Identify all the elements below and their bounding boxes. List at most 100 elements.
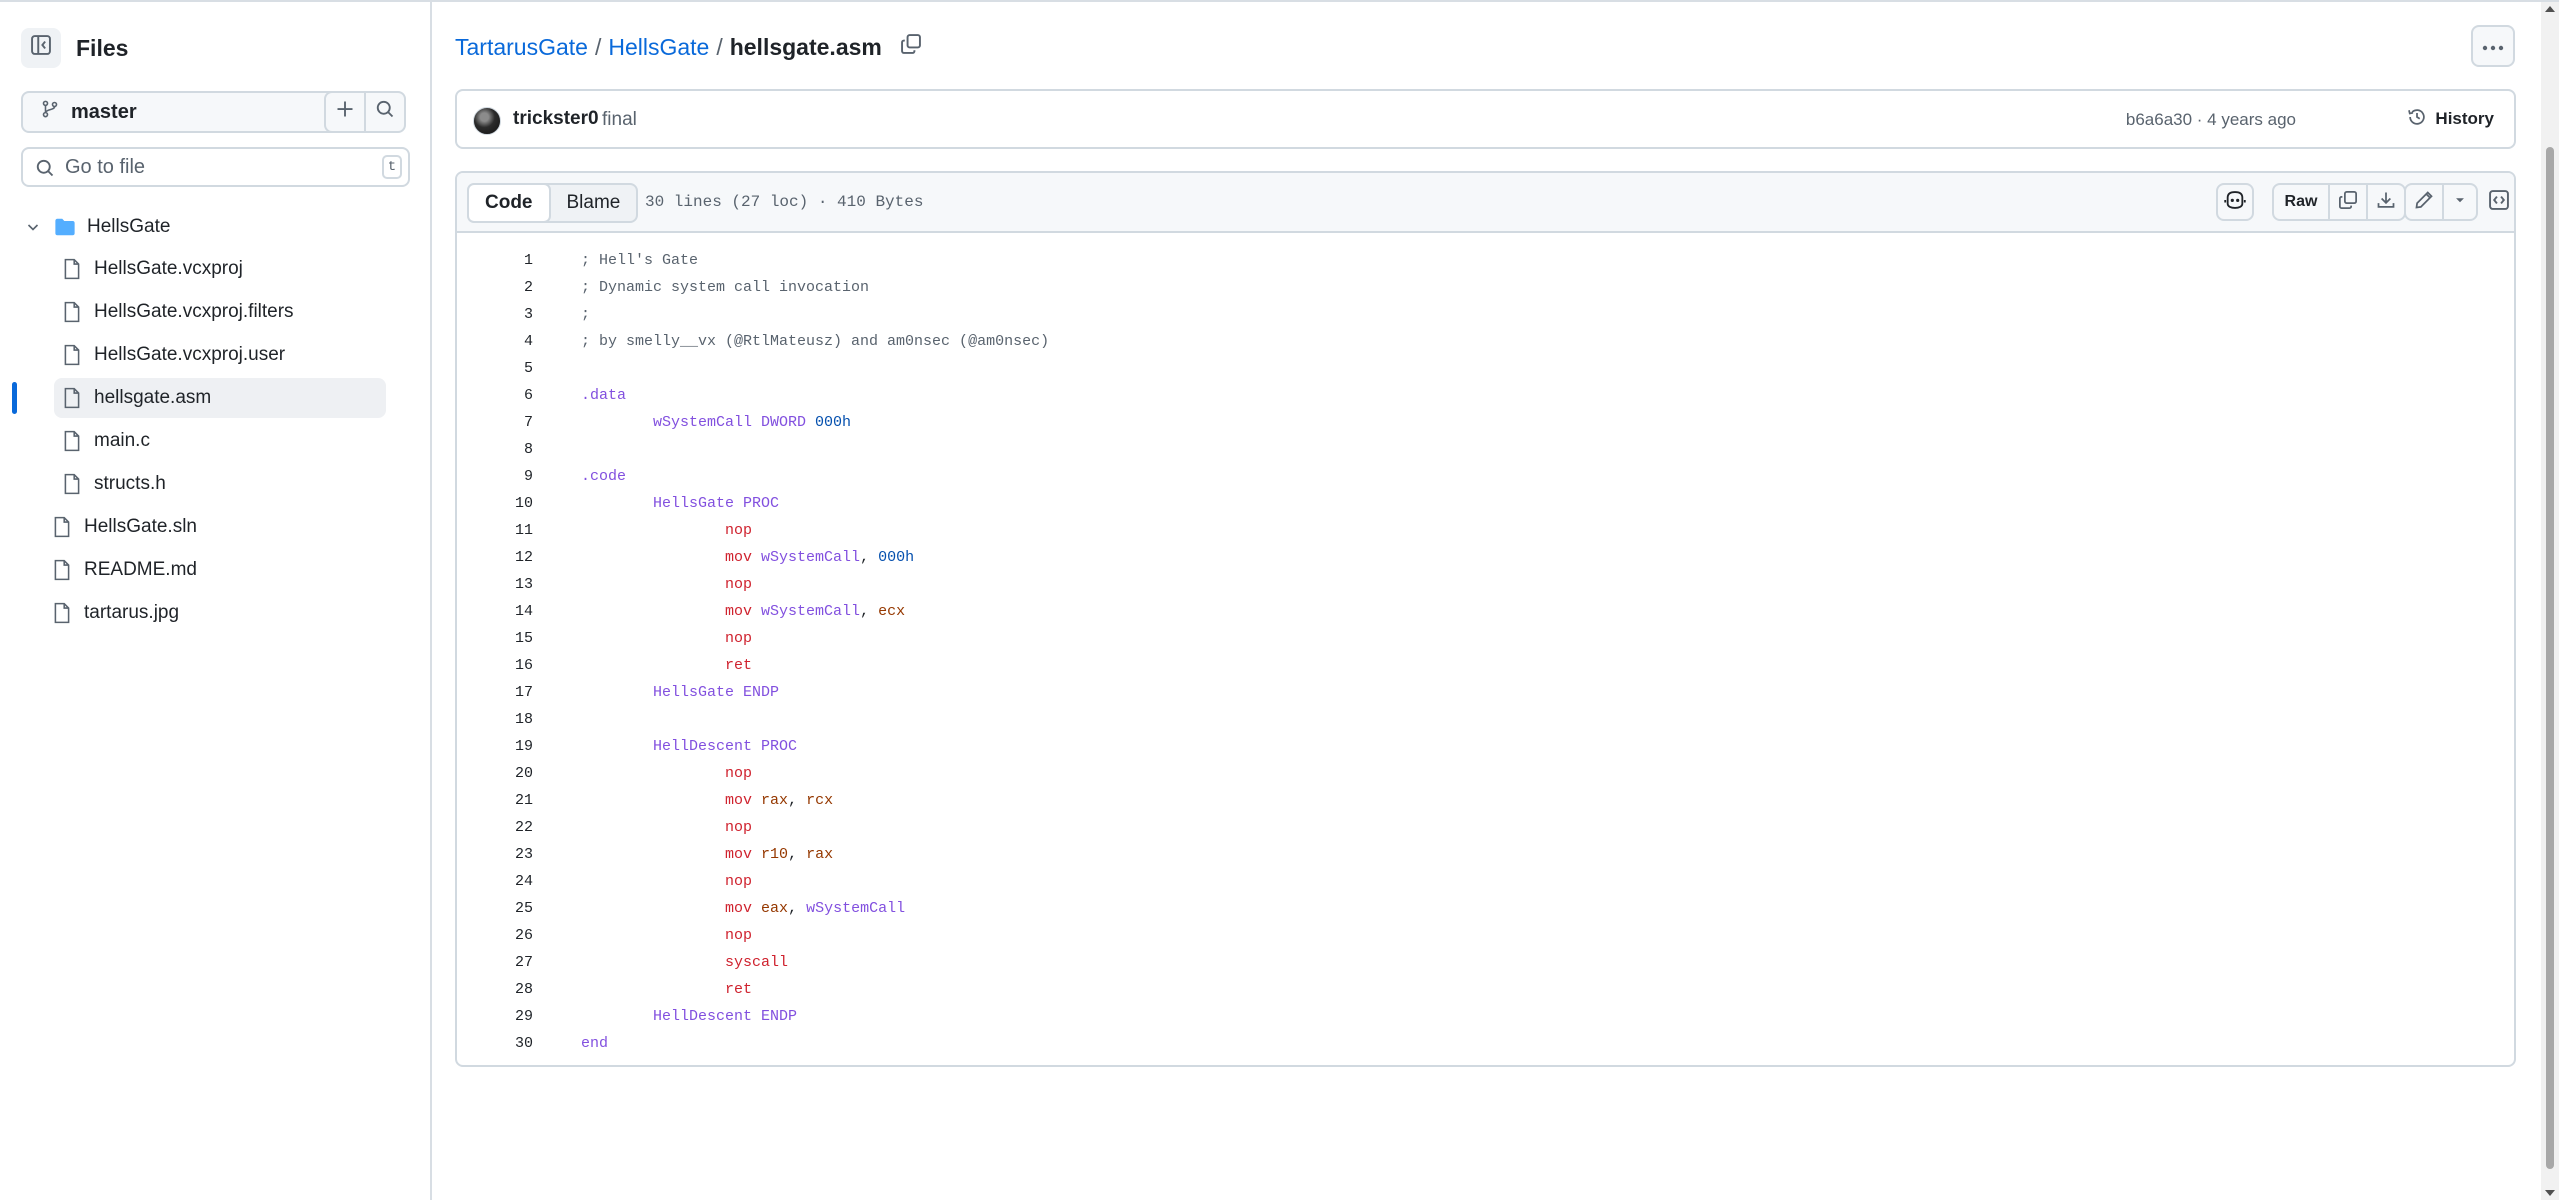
tree-item-hellsgate-folder[interactable]: HellsGate (21, 207, 386, 247)
go-to-file-input[interactable] (65, 155, 345, 179)
code-line: 19 HellDescent PROC (457, 733, 2514, 760)
search-icon (375, 99, 395, 125)
line-number[interactable]: 21 (457, 787, 533, 814)
sidebar-collapse-icon (30, 34, 52, 62)
download-button[interactable] (2366, 183, 2406, 221)
tree-item-file[interactable]: HellsGate.vcxproj.user (60, 335, 386, 375)
line-number[interactable]: 2 (457, 274, 533, 301)
line-number[interactable]: 19 (457, 733, 533, 760)
copilot-button[interactable] (2216, 183, 2254, 221)
history-icon (2407, 107, 2427, 132)
tree-item-label: HellsGate.vcxproj.user (94, 344, 286, 365)
line-number[interactable]: 4 (457, 328, 533, 355)
line-number[interactable]: 3 (457, 301, 533, 328)
breadcrumb-repo-link[interactable]: TartarusGate (455, 34, 588, 61)
line-number[interactable]: 27 (457, 949, 533, 976)
search-code-button[interactable] (364, 91, 406, 133)
code-token: wSystemCall DWORD (653, 414, 816, 431)
code-token: ecx (878, 603, 906, 620)
line-number[interactable]: 25 (457, 895, 533, 922)
go-to-file-field[interactable]: t (21, 147, 410, 187)
tree-item-file-selected[interactable]: hellsgate.asm (54, 378, 386, 418)
line-number[interactable]: 23 (457, 841, 533, 868)
line-number[interactable]: 18 (457, 706, 533, 733)
pencil-icon (2414, 190, 2434, 215)
scroll-thumb[interactable] (2546, 147, 2554, 1169)
breadcrumb-separator: / (594, 33, 602, 60)
commit-author[interactable]: trickster0 (513, 108, 599, 130)
commit-message[interactable]: final (602, 109, 637, 131)
line-number[interactable]: 20 (457, 760, 533, 787)
raw-button[interactable]: Raw (2272, 183, 2330, 221)
line-source: mov rax, rcx (581, 787, 833, 814)
line-source: ; (581, 301, 590, 328)
more-options-button[interactable] (2471, 25, 2515, 67)
edit-button[interactable] (2404, 183, 2444, 221)
line-number[interactable]: 7 (457, 409, 533, 436)
add-file-button[interactable] (324, 91, 366, 133)
tree-item-file[interactable]: structs.h (60, 464, 386, 504)
line-number[interactable]: 22 (457, 814, 533, 841)
commit-hash-age[interactable]: b6a6a30 · 4 years ago (2126, 110, 2296, 130)
line-source: ; Dynamic system call invocation (581, 274, 869, 301)
file-icon (60, 387, 84, 409)
line-number[interactable]: 30 (457, 1030, 533, 1057)
line-number[interactable]: 17 (457, 679, 533, 706)
copy-path-button[interactable] (900, 33, 922, 61)
line-number[interactable]: 13 (457, 571, 533, 598)
line-number[interactable]: 14 (457, 598, 533, 625)
scroll-down-arrow[interactable] (2545, 1190, 2555, 1196)
scroll-up-arrow[interactable] (2545, 6, 2555, 12)
search-icon (35, 158, 55, 184)
line-number[interactable]: 28 (457, 976, 533, 1003)
tree-item-file[interactable]: main.c (60, 421, 386, 461)
code-token: mov (725, 846, 762, 863)
line-number[interactable]: 15 (457, 625, 533, 652)
copilot-icon (2224, 190, 2246, 215)
line-number[interactable]: 29 (457, 1003, 533, 1030)
tree-item-file[interactable]: HellsGate.vcxproj (60, 249, 386, 289)
folder-icon (53, 217, 77, 237)
code-line: 22 nop (457, 814, 2514, 841)
breadcrumb-separator: / (716, 33, 723, 60)
line-number[interactable]: 26 (457, 922, 533, 949)
tab-code[interactable]: Code (467, 183, 551, 223)
breadcrumb-folder-link[interactable]: HellsGate (608, 34, 709, 61)
line-number[interactable]: 16 (457, 652, 533, 679)
avatar[interactable] (473, 107, 501, 135)
tree-item-file[interactable]: tartarus.jpg (50, 593, 386, 633)
code-line: 17 HellsGate ENDP (457, 679, 2514, 706)
code-token: wSystemCall (806, 900, 906, 917)
tree-item-file[interactable]: HellsGate.vcxproj.filters (60, 292, 386, 332)
code-line: 29 HellDescent ENDP (457, 1003, 2514, 1030)
line-number[interactable]: 5 (457, 355, 533, 382)
tree-item-file[interactable]: HellsGate.sln (50, 507, 386, 547)
copy-icon (900, 33, 922, 61)
line-source: HellsGate PROC (581, 490, 779, 517)
line-number[interactable]: 6 (457, 382, 533, 409)
sidebar-collapse-button[interactable] (21, 28, 61, 68)
code-token: rax (761, 792, 789, 809)
code-token: syscall (725, 954, 789, 971)
symbols-panel-button[interactable] (2480, 183, 2514, 221)
tab-blame[interactable]: Blame (551, 185, 637, 221)
line-source: HellDescent PROC (581, 733, 797, 760)
line-number[interactable]: 24 (457, 868, 533, 895)
file-icon (60, 473, 84, 495)
line-number[interactable]: 9 (457, 463, 533, 490)
line-number[interactable]: 8 (457, 436, 533, 463)
history-button[interactable]: History (2399, 101, 2494, 137)
view-mode-segmented-control: Code Blame (467, 183, 639, 223)
line-number[interactable]: 1 (457, 247, 533, 274)
line-number[interactable]: 10 (457, 490, 533, 517)
edit-options-dropdown[interactable] (2442, 183, 2478, 221)
branch-selector[interactable]: master (21, 91, 358, 133)
line-source: nop (581, 868, 752, 895)
line-number[interactable]: 11 (457, 517, 533, 544)
copy-raw-button[interactable] (2328, 183, 2368, 221)
line-number[interactable]: 12 (457, 544, 533, 571)
page-scrollbar[interactable] (2541, 2, 2559, 1200)
tree-item-file[interactable]: README.md (50, 550, 386, 590)
